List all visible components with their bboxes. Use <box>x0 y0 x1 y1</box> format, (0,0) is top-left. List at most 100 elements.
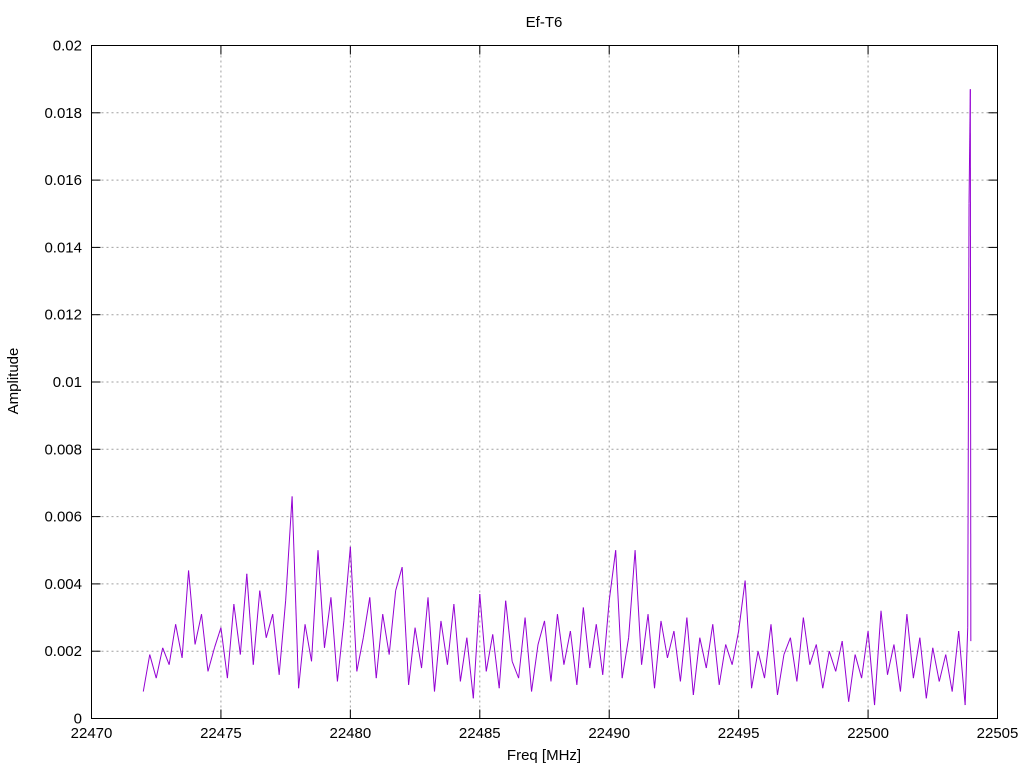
series-segment <box>298 624 306 689</box>
series-segment <box>615 550 623 679</box>
series-segment <box>608 550 617 601</box>
series-segment <box>867 630 876 706</box>
series-segment <box>317 550 325 648</box>
series-segment <box>967 203 970 628</box>
y-tick-label: 0.004 <box>44 576 82 593</box>
series-segment <box>142 654 151 692</box>
series-segment <box>796 617 804 682</box>
y-tick-label: 0.006 <box>44 509 82 526</box>
series-segment <box>427 597 435 692</box>
y-tick-label: 0.012 <box>44 307 82 324</box>
y-tick-label: 0.014 <box>44 239 82 256</box>
series-segment <box>725 644 733 665</box>
series-ef-t6 <box>142 89 972 706</box>
series-segment <box>757 651 766 679</box>
y-tick-label: 0.002 <box>44 643 82 660</box>
series-segment <box>654 620 662 689</box>
series-segment <box>252 590 261 665</box>
series-segment <box>569 630 578 685</box>
series-segment <box>472 593 481 699</box>
series-segment <box>388 590 397 655</box>
series-segment <box>718 644 727 685</box>
series-segment <box>764 624 772 679</box>
series-segment <box>207 647 215 672</box>
series-segment <box>226 604 235 679</box>
series-segment <box>679 617 688 682</box>
series-segment <box>969 89 972 642</box>
series-segment <box>628 550 636 638</box>
y-tick-label: 0.02 <box>53 38 82 55</box>
series-segment <box>220 627 228 679</box>
series-segment <box>408 627 416 685</box>
series-segment <box>544 620 552 682</box>
series-segment <box>239 573 248 655</box>
series-segment <box>375 614 384 679</box>
series-segment <box>634 550 643 665</box>
y-axis-label: Amplitude <box>5 348 22 415</box>
series-segment <box>518 617 526 679</box>
y-tick-label: 0.01 <box>53 374 82 391</box>
x-tick-label: 22480 <box>329 725 371 742</box>
series-segment <box>809 644 817 665</box>
series-segment <box>925 647 934 699</box>
series-segment <box>899 614 908 692</box>
series-segment <box>783 637 791 655</box>
series-segment <box>692 637 701 696</box>
series-segment <box>602 600 610 675</box>
series-segment <box>770 624 778 695</box>
x-tick-label: 22495 <box>718 725 760 742</box>
series-segment <box>835 641 843 672</box>
series-segment <box>369 597 377 679</box>
series-segment <box>705 624 714 669</box>
series-segment <box>155 647 164 679</box>
series-segment <box>550 614 558 682</box>
series-segment <box>194 614 203 645</box>
series-segment <box>951 630 960 692</box>
series-segment <box>453 604 461 682</box>
series-segment <box>776 654 785 696</box>
series-segment <box>233 604 241 655</box>
x-tick-label: 22475 <box>200 725 242 742</box>
chart-title: Ef-T6 <box>526 14 563 31</box>
series-segment <box>356 637 364 672</box>
series-segment <box>485 634 494 672</box>
series-segment <box>556 614 565 665</box>
series-segment <box>278 600 287 675</box>
series-segment <box>938 654 947 682</box>
series-segment <box>912 637 921 679</box>
series-segment <box>492 634 500 689</box>
series-segment <box>498 600 507 689</box>
series-segment <box>175 624 183 659</box>
series-segment <box>149 654 157 679</box>
series-segment <box>841 641 850 702</box>
series-segment <box>686 617 694 695</box>
series-segment <box>582 607 591 669</box>
series-segment <box>647 614 656 689</box>
series-segment <box>906 614 914 679</box>
series-segment <box>751 651 759 689</box>
series-segment <box>330 597 338 682</box>
series-segment <box>162 647 170 665</box>
series-segment <box>168 624 177 665</box>
series-segment <box>421 597 429 669</box>
series-segment <box>414 627 423 669</box>
series-segment <box>886 644 895 675</box>
series-segment <box>945 654 953 692</box>
y-tick-label: 0.018 <box>44 105 82 122</box>
series-segment <box>440 620 448 665</box>
series-segment <box>285 496 293 601</box>
series-segment <box>641 614 649 665</box>
y-tick-label: 0 <box>74 711 82 728</box>
series-segment <box>272 614 280 675</box>
series-segment <box>304 624 313 662</box>
series-segment <box>822 651 830 689</box>
series-segment <box>323 597 332 648</box>
series-segment <box>874 610 882 706</box>
series-segment <box>738 580 746 632</box>
series-segment <box>505 600 513 662</box>
series-segment <box>213 627 222 648</box>
series-segment <box>660 620 668 659</box>
y-tick-label: 0.016 <box>44 172 82 189</box>
series-segment <box>459 637 468 682</box>
series-segment <box>466 637 474 699</box>
